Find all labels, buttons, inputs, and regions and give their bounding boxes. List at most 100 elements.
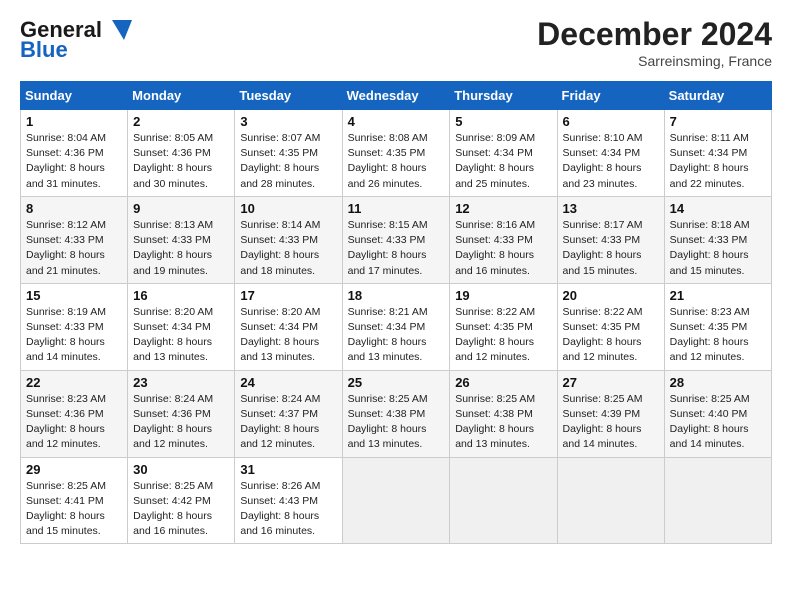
day-number: 14 xyxy=(670,201,766,216)
day-info: Sunrise: 8:04 AMSunset: 4:36 PMDaylight:… xyxy=(26,131,122,192)
daylight-text: Daylight: 8 hours and 12 minutes. xyxy=(133,423,212,450)
calendar-cell: 4 Sunrise: 8:08 AMSunset: 4:35 PMDaylight… xyxy=(342,110,450,197)
day-info: Sunrise: 8:07 AMSunset: 4:35 PMDaylight:… xyxy=(240,131,336,192)
calendar-cell: 19Sunrise: 8:22 AMSunset: 4:35 PMDayligh… xyxy=(450,283,557,370)
daylight-text: Daylight: 8 hours and 12 minutes. xyxy=(670,336,749,363)
day-number: 28 xyxy=(670,375,766,390)
sunrise-text: Sunrise: 8:23 AM xyxy=(26,393,106,405)
day-number: 8 xyxy=(26,201,122,216)
day-info: Sunrise: 8:22 AMSunset: 4:35 PMDaylight:… xyxy=(563,305,659,366)
daylight-text: Daylight: 8 hours and 12 minutes. xyxy=(26,423,105,450)
day-info: Sunrise: 8:21 AMSunset: 4:34 PMDaylight:… xyxy=(348,305,445,366)
daylight-text: Daylight: 8 hours and 15 minutes. xyxy=(670,249,749,276)
sunset-text: Sunset: 4:35 PM xyxy=(670,321,748,333)
daylight-text: Daylight: 8 hours and 12 minutes. xyxy=(563,336,642,363)
sunset-text: Sunset: 4:43 PM xyxy=(240,495,318,507)
sunrise-text: Sunrise: 8:15 AM xyxy=(348,219,428,231)
sunrise-text: Sunrise: 8:13 AM xyxy=(133,219,213,231)
sunset-text: Sunset: 4:40 PM xyxy=(670,408,748,420)
day-number: 21 xyxy=(670,288,766,303)
sunrise-text: Sunrise: 8:18 AM xyxy=(670,219,750,231)
weekday-header-friday: Friday xyxy=(557,82,664,110)
sunrise-text: Sunrise: 8:24 AM xyxy=(133,393,213,405)
day-number: 23 xyxy=(133,375,229,390)
day-number: 5 xyxy=(455,114,551,129)
calendar-week-3: 15Sunrise: 8:19 AMSunset: 4:33 PMDayligh… xyxy=(21,283,772,370)
day-number: 9 xyxy=(133,201,229,216)
weekday-header-tuesday: Tuesday xyxy=(235,82,342,110)
calendar-cell xyxy=(557,457,664,544)
calendar-table: SundayMondayTuesdayWednesdayThursdayFrid… xyxy=(20,81,772,544)
month-title: December 2024 xyxy=(537,16,772,53)
calendar-cell: 14 Sunrise: 8:18 AMSunset: 4:33 PMDayligh… xyxy=(664,196,771,283)
day-number: 12 xyxy=(455,201,551,216)
calendar-week-2: 8Sunrise: 8:12 AMSunset: 4:33 PMDaylight… xyxy=(21,196,772,283)
calendar-cell: 13Sunrise: 8:17 AMSunset: 4:33 PMDayligh… xyxy=(557,196,664,283)
sunset-text: Sunset: 4:36 PM xyxy=(133,147,211,159)
sunrise-text: Sunrise: 8:20 AM xyxy=(133,306,213,318)
sunset-text: Sunset: 4:37 PM xyxy=(240,408,318,420)
sunset-text: Sunset: 4:34 PM xyxy=(133,321,211,333)
sunset-text: Sunset: 4:33 PM xyxy=(133,234,211,246)
sunset-text: Sunset: 4:36 PM xyxy=(26,408,104,420)
day-number: 24 xyxy=(240,375,336,390)
sunset-text: Sunset: 4:33 PM xyxy=(348,234,426,246)
day-info: Sunrise: 8:09 AMSunset: 4:34 PMDaylight:… xyxy=(455,131,551,192)
day-info: Sunrise: 8:25 AMSunset: 4:38 PMDaylight:… xyxy=(348,392,445,453)
calendar-cell: 16Sunrise: 8:20 AMSunset: 4:34 PMDayligh… xyxy=(128,283,235,370)
day-number: 22 xyxy=(26,375,122,390)
calendar-cell: 6Sunrise: 8:10 AMSunset: 4:34 PMDaylight… xyxy=(557,110,664,197)
calendar-header-row: SundayMondayTuesdayWednesdayThursdayFrid… xyxy=(21,82,772,110)
day-number: 26 xyxy=(455,375,551,390)
logo-blue-text: Blue xyxy=(20,38,68,62)
day-info: Sunrise: 8:18 AMSunset: 4:33 PMDaylight:… xyxy=(670,218,766,279)
calendar-cell: 5 Sunrise: 8:09 AMSunset: 4:34 PMDaylight… xyxy=(450,110,557,197)
calendar-cell: 24Sunrise: 8:24 AMSunset: 4:37 PMDayligh… xyxy=(235,370,342,457)
day-info: Sunrise: 8:16 AMSunset: 4:33 PMDaylight:… xyxy=(455,218,551,279)
day-number: 31 xyxy=(240,462,336,477)
calendar-cell: 17Sunrise: 8:20 AMSunset: 4:34 PMDayligh… xyxy=(235,283,342,370)
sunset-text: Sunset: 4:33 PM xyxy=(240,234,318,246)
sunset-text: Sunset: 4:34 PM xyxy=(670,147,748,159)
sunset-text: Sunset: 4:33 PM xyxy=(26,321,104,333)
calendar-cell: 21 Sunrise: 8:23 AM Sunset: 4:35 PM Dayligh… xyxy=(664,283,771,370)
sunrise-text: Sunrise: 8:16 AM xyxy=(455,219,535,231)
sunset-text: Sunset: 4:39 PM xyxy=(563,408,641,420)
day-info: Sunrise: 8:24 AMSunset: 4:36 PMDaylight:… xyxy=(133,392,229,453)
daylight-text: Daylight: 8 hours and 31 minutes. xyxy=(26,162,105,189)
daylight-text: Daylight: 8 hours and 12 minutes. xyxy=(455,336,534,363)
sunrise-text: Sunrise: 8:25 AM xyxy=(348,393,428,405)
sunrise-text: Sunrise: 8:05 AM xyxy=(133,132,213,144)
calendar-cell: 30Sunrise: 8:25 AMSunset: 4:42 PMDayligh… xyxy=(128,457,235,544)
calendar-cell xyxy=(664,457,771,544)
calendar-cell xyxy=(450,457,557,544)
day-number: 10 xyxy=(240,201,336,216)
logo-icon xyxy=(104,16,136,44)
sunrise-text: Sunrise: 8:04 AM xyxy=(26,132,106,144)
calendar-cell: 27Sunrise: 8:25 AMSunset: 4:39 PMDayligh… xyxy=(557,370,664,457)
day-info: Sunrise: 8:19 AMSunset: 4:33 PMDaylight:… xyxy=(26,305,122,366)
day-info: Sunrise: 8:25 AMSunset: 4:42 PMDaylight:… xyxy=(133,479,229,540)
sunrise-text: Sunrise: 8:23 AM xyxy=(670,306,750,318)
calendar-cell: 1Sunrise: 8:04 AMSunset: 4:36 PMDaylight… xyxy=(21,110,128,197)
day-info: Sunrise: 8:08 AMSunset: 4:35 PMDaylight:… xyxy=(348,131,445,192)
sunset-text: Sunset: 4:35 PM xyxy=(455,321,533,333)
sunset-text: Sunset: 4:38 PM xyxy=(455,408,533,420)
day-info: Sunrise: 8:15 AMSunset: 4:33 PMDaylight:… xyxy=(348,218,445,279)
sunset-text: Sunset: 4:38 PM xyxy=(348,408,426,420)
daylight-text: Daylight: 8 hours and 14 minutes. xyxy=(563,423,642,450)
sunset-text: Sunset: 4:34 PM xyxy=(240,321,318,333)
calendar-cell xyxy=(342,457,450,544)
calendar-cell: 7Sunrise: 8:11 AMSunset: 4:34 PMDaylight… xyxy=(664,110,771,197)
sunrise-text: Sunrise: 8:20 AM xyxy=(240,306,320,318)
weekday-header-monday: Monday xyxy=(128,82,235,110)
daylight-text: Daylight: 8 hours and 13 minutes. xyxy=(348,336,427,363)
calendar-cell: 2Sunrise: 8:05 AMSunset: 4:36 PMDaylight… xyxy=(128,110,235,197)
sunrise-text: Sunrise: 8:26 AM xyxy=(240,480,320,492)
daylight-text: Daylight: 8 hours and 13 minutes. xyxy=(455,423,534,450)
calendar-cell: 12 Sunrise: 8:16 AMSunset: 4:33 PMDayligh… xyxy=(450,196,557,283)
sunrise-text: Sunrise: 8:11 AM xyxy=(670,132,749,144)
day-info: Sunrise: 8:05 AMSunset: 4:36 PMDaylight:… xyxy=(133,131,229,192)
daylight-text: Daylight: 8 hours and 14 minutes. xyxy=(26,336,105,363)
day-number: 4 xyxy=(348,114,445,129)
